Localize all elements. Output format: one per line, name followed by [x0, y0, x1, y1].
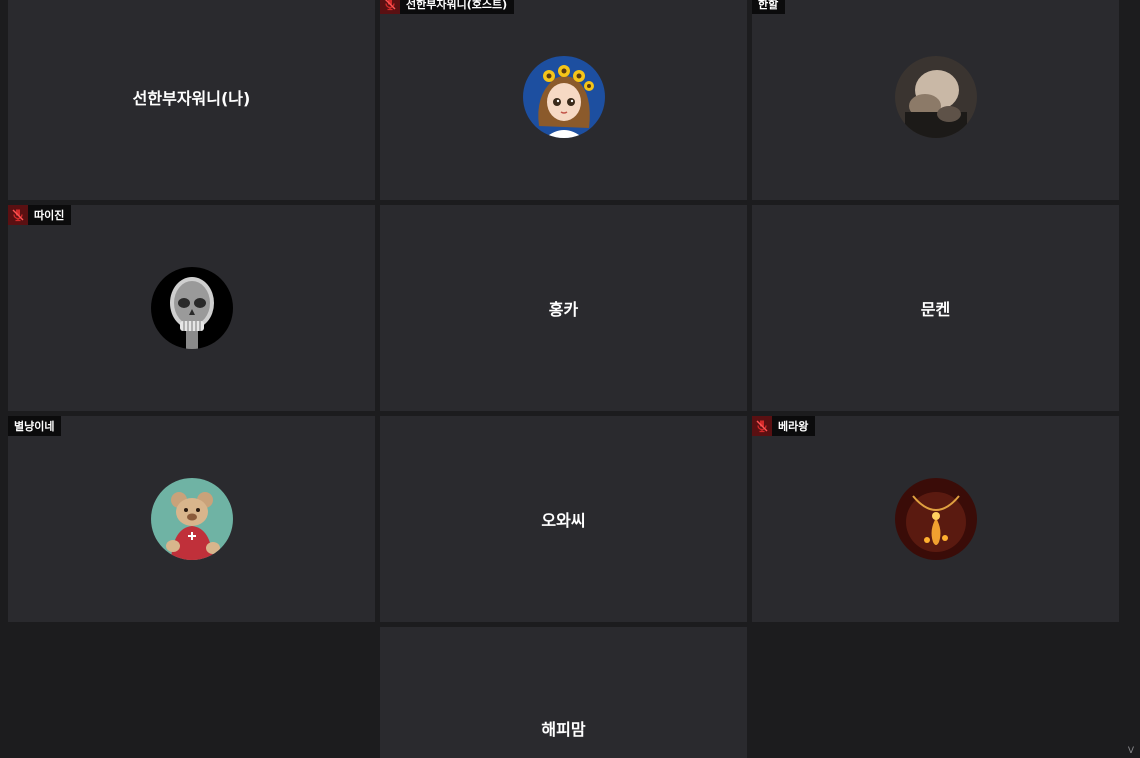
participant-name-tag: 베라왕 [752, 416, 816, 436]
participant-tile-6[interactable]: 문켄 [752, 205, 1119, 411]
participant-tile-self[interactable]: 선한부자워니(나) [8, 0, 375, 200]
participant-name-tag: 한할 [752, 0, 786, 14]
video-gallery: 선한부자워니(나) 선한부자워니(호스트) 한할 따이진 홍카 문켄 별냥이네 … [0, 0, 1140, 758]
participant-name-tag: 별냥이네 [8, 416, 62, 436]
skull-xray-avatar [150, 267, 233, 349]
participant-name: 오와씨 [541, 511, 586, 530]
participant-tag-label: 한할 [758, 0, 779, 11]
participant-tile-10[interactable]: 해피맘 [380, 627, 747, 758]
participant-tile-3[interactable]: 한할 [752, 0, 1119, 200]
teddy-bear-avatar [150, 478, 233, 560]
participant-tag-label: 베라왕 [778, 420, 809, 433]
participant-tile-4[interactable]: 따이진 [8, 205, 375, 411]
participant-name: 홍카 [548, 300, 579, 319]
corner-mark: V [1127, 746, 1134, 756]
dark-photo-avatar [894, 56, 977, 138]
muted-mic-icon [380, 0, 400, 14]
participant-tag-label: 선한부자워니(호스트) [406, 0, 508, 11]
participant-name: 문켄 [920, 300, 951, 319]
muted-mic-icon [752, 416, 772, 436]
participant-name-tag: 선한부자워니(호스트) [380, 0, 515, 14]
gold-necklace-avatar [894, 478, 977, 560]
participant-tile-8[interactable]: 오와씨 [380, 416, 747, 622]
participant-tile-7[interactable]: 별냥이네 [8, 416, 375, 622]
participant-name: 선한부자워니(나) [132, 89, 251, 108]
participant-tile-host[interactable]: 선한부자워니(호스트) [380, 0, 747, 200]
participant-tag-label: 따이진 [34, 209, 65, 222]
muted-mic-icon [8, 205, 28, 225]
participant-tile-5[interactable]: 홍카 [380, 205, 747, 411]
cartoon-girl-sunflower-avatar [522, 56, 605, 138]
participant-tag-label: 별냥이네 [14, 420, 55, 433]
participant-name: 해피맘 [541, 720, 586, 739]
participant-tile-9[interactable]: 베라왕 [752, 416, 1119, 622]
participant-name-tag: 따이진 [8, 205, 72, 225]
